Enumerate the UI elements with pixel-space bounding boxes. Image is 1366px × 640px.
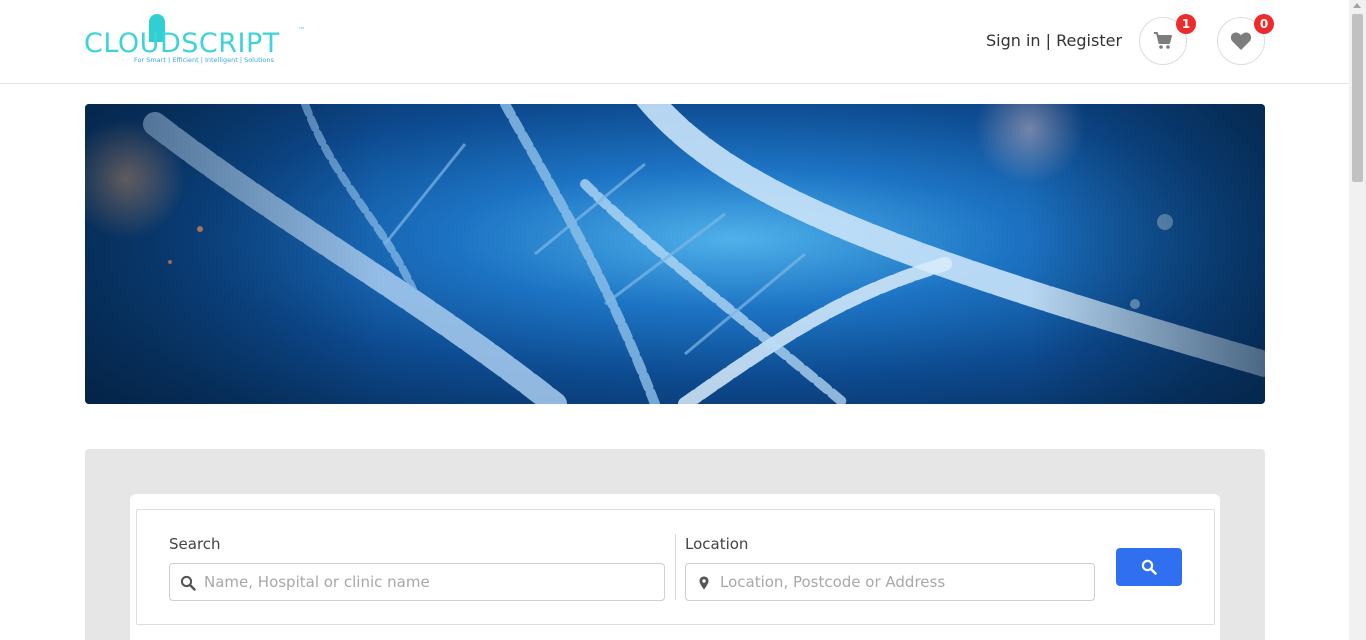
search-section: Search Location — [85, 449, 1265, 640]
page-scrollbar[interactable] — [1349, 0, 1366, 640]
brand-tagline: For Smart | Efficient | Intelligent | So… — [134, 56, 274, 64]
map-pin-icon — [699, 576, 709, 590]
auth-links: Sign in | Register — [986, 31, 1122, 50]
location-label: Location — [685, 535, 749, 553]
brand-trademark: ™ — [298, 26, 305, 34]
dna-helix-image — [85, 104, 1265, 404]
site-header: CLOUDSCRIPT ™ For Smart | Efficient | In… — [0, 0, 1349, 84]
wishlist-count-badge: 0 — [1254, 14, 1274, 34]
search-icon — [180, 575, 196, 591]
auth-separator: | — [1040, 31, 1057, 50]
scroll-up-arrow-icon[interactable] — [1353, 3, 1361, 8]
brand-logo[interactable]: CLOUDSCRIPT ™ For Smart | Efficient | In… — [84, 12, 314, 68]
field-divider — [675, 534, 676, 600]
search-card: Search Location — [130, 494, 1220, 640]
cart-button[interactable]: 1 — [1139, 14, 1196, 65]
search-submit-button[interactable] — [1116, 548, 1182, 586]
register-link[interactable]: Register — [1056, 31, 1122, 50]
scrollbar-thumb[interactable] — [1352, 14, 1363, 182]
cart-icon — [1154, 32, 1172, 49]
search-input[interactable] — [204, 564, 654, 600]
search-field[interactable] — [169, 563, 665, 601]
page: CLOUDSCRIPT ™ For Smart | Efficient | In… — [0, 0, 1366, 640]
brand-name: CLOUDSCRIPT — [84, 28, 280, 59]
search-icon — [1141, 559, 1157, 575]
search-form: Search Location — [136, 509, 1215, 625]
search-label: Search — [169, 535, 221, 553]
heart-icon — [1230, 32, 1252, 50]
location-input[interactable] — [720, 564, 1080, 600]
sign-in-link[interactable]: Sign in — [986, 31, 1041, 50]
hero-banner — [85, 104, 1265, 404]
wishlist-button[interactable]: 0 — [1217, 14, 1274, 65]
cart-count-badge: 1 — [1176, 14, 1196, 34]
location-field[interactable] — [685, 563, 1095, 601]
